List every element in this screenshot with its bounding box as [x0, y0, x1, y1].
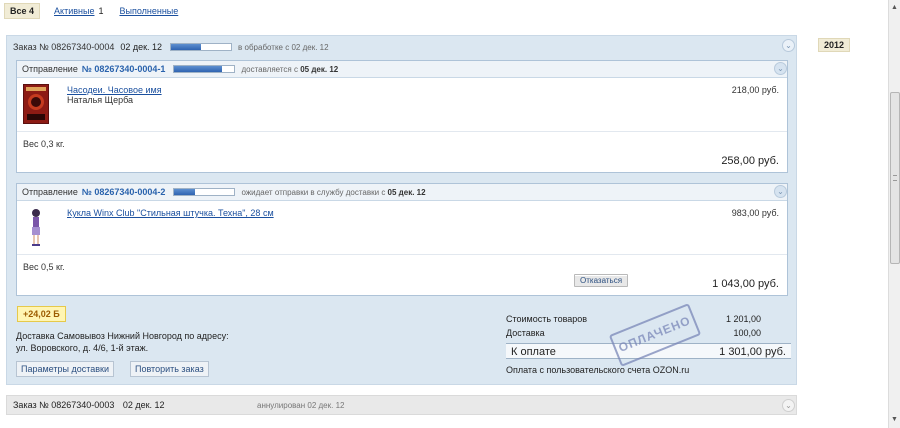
repeat-order-button[interactable]: Повторить заказ [130, 361, 209, 377]
shipment-label: Отправление [22, 187, 78, 197]
shipment-progress-bar [173, 188, 236, 196]
order-status: в обработке с 02 дек. 12 [238, 42, 329, 52]
delivery-address-line1: Доставка Самовывоз Нижний Новгород по ад… [16, 331, 229, 341]
shipment-card: Отправление № 08267340-0004-1 доставляет… [16, 60, 788, 173]
filter-done-link[interactable]: Выполненные [119, 6, 178, 16]
scroll-grip-icon [893, 175, 897, 181]
shipment-collapse-chevron-icon[interactable]: ⌄ [774, 62, 787, 75]
filter-all-tab[interactable]: Все 4 [4, 3, 41, 19]
shipment-item-row: Часодеи. Часовое имя Наталья Щерба 218,0… [17, 78, 787, 132]
book-cover-thumbnail[interactable] [23, 84, 49, 124]
shipment-weight: Вес 0,5 кг. [23, 262, 65, 272]
order-expand-chevron-icon[interactable]: ⌄ [782, 399, 795, 412]
order-status: аннулирован 02 дек. 12 [257, 401, 345, 410]
shipment-total: 1 043,00 руб. [712, 278, 779, 290]
item-title-link[interactable]: Кукла Winx Club "Стильная штучка. Техна"… [67, 208, 274, 218]
order-header: Заказ № 08267340-0004 02 дек. 12 в обраб… [13, 40, 329, 54]
item-author: Наталья Щерба [67, 95, 134, 105]
shipment-status: ожидает отправки в службу доставки с 05 … [241, 187, 426, 197]
shipment-progress-bar [173, 65, 236, 73]
summary-total-label: К оплате [511, 346, 556, 358]
shipment-weight: Вес 0,3 кг. [23, 139, 65, 149]
filter-active-link[interactable]: Активные [54, 6, 94, 16]
shipment-number[interactable]: № 08267340-0004-2 [82, 187, 166, 197]
filter-active-count: 1 [98, 6, 104, 16]
order-collapse-chevron-icon[interactable]: ⌄ [782, 39, 795, 52]
summary-goods-value: 1 201,00 [725, 314, 761, 324]
item-title-link[interactable]: Часодеи. Часовое имя [67, 85, 162, 95]
order-progress-fill [171, 44, 202, 50]
payment-note: Оплата с пользовательского счета OZON.ru [506, 365, 690, 375]
order-date: 02 дек. 12 [122, 400, 165, 410]
shipment-progress-fill [174, 66, 223, 72]
order-progress-bar [170, 43, 233, 51]
summary-total-value: 1 301,00 руб. [719, 346, 786, 358]
shipment-header: Отправление № 08267340-0004-1 доставляет… [17, 61, 787, 78]
order-header: Заказ № 08267340-0003 02 дек. 12 [13, 400, 165, 410]
item-price: 218,00 руб. [731, 85, 779, 95]
shipment-header: Отправление № 08267340-0004-2 ожидает от… [17, 184, 787, 201]
scroll-up-arrow-icon[interactable]: ▲ [889, 2, 900, 14]
cancel-shipment-button[interactable]: Отказаться [574, 274, 629, 287]
shipment-progress-fill [174, 189, 196, 195]
delivery-params-button[interactable]: Параметры доставки [16, 361, 115, 377]
summary-delivery-label: Доставка [506, 328, 545, 338]
shipment-collapse-chevron-icon[interactable]: ⌄ [774, 185, 787, 198]
order-date: 02 дек. 12 [120, 42, 163, 52]
shipment-status: доставляется с 05 дек. 12 [241, 64, 339, 74]
scroll-thumb[interactable] [890, 92, 900, 264]
order-card-collapsed[interactable]: Заказ № 08267340-0003 02 дек. 12 аннулир… [6, 395, 797, 415]
order-number: Заказ № 08267340-0003 [13, 400, 115, 410]
shipment-label: Отправление [22, 64, 78, 74]
shipment-card: Отправление № 08267340-0004-2 ожидает от… [16, 183, 788, 296]
delivery-address-line2: ул. Воровского, д. 4/6, 1-й этаж. [16, 343, 149, 353]
year-badge[interactable]: 2012 [818, 38, 851, 52]
vertical-scrollbar[interactable]: ▲ ▼ [888, 0, 900, 428]
shipment-total: 258,00 руб. [721, 155, 779, 167]
summary-delivery-value: 100,00 [733, 328, 761, 338]
item-price: 983,00 руб. [731, 208, 779, 218]
scroll-down-arrow-icon[interactable]: ▼ [889, 414, 900, 426]
shipment-number[interactable]: № 08267340-0004-1 [82, 64, 166, 74]
bonus-badge: +24,02 Б [17, 306, 66, 322]
shipment-item-row: Кукла Winx Club "Стильная штучка. Техна"… [17, 201, 787, 255]
summary-goods-label: Стоимость товаров [506, 314, 588, 324]
order-number: Заказ № 08267340-0004 [13, 42, 115, 52]
order-filter-bar: Все 4 Активные 1 Выполненные [4, 2, 182, 20]
doll-thumbnail[interactable] [23, 207, 49, 247]
